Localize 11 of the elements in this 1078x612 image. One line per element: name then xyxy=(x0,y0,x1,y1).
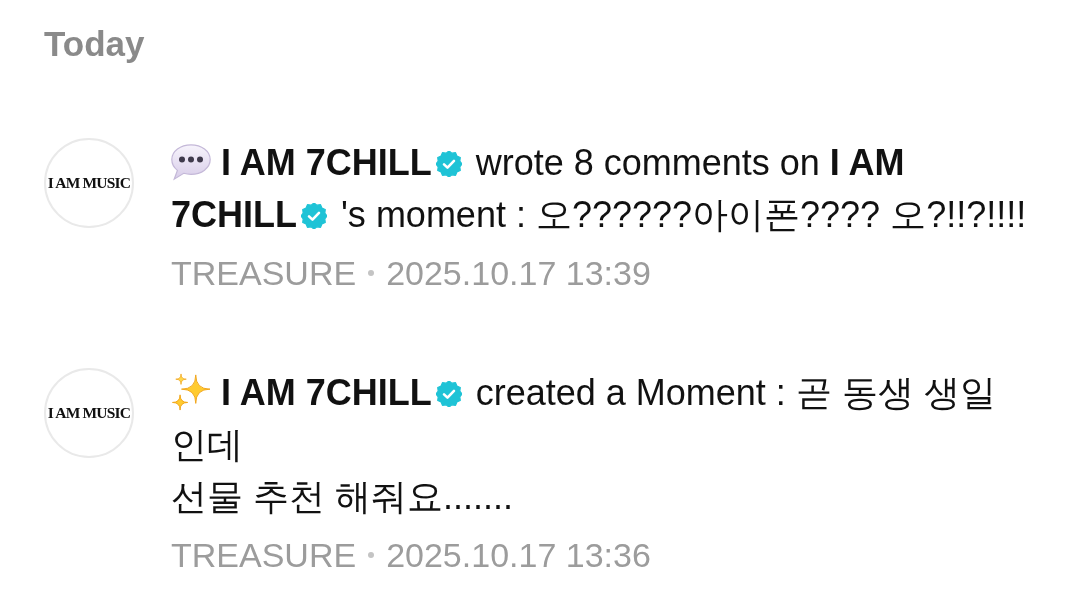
notification-text: I AM 7CHILL created a Moment : 곧 동생 생일인데 선물 추천 해줘요....... xyxy=(171,371,997,519)
source-name: TREASURE xyxy=(171,253,357,294)
sparkles-icon xyxy=(171,373,211,411)
timestamp: 2025.10.17 13:39 xyxy=(386,253,651,294)
section-title: Today xyxy=(44,24,145,64)
avatar-logo-text: I AM MUSIC xyxy=(47,174,131,192)
avatar-logo-text: I AM MUSIC xyxy=(47,404,131,422)
speech-bubble-icon xyxy=(171,143,211,181)
notification-text: I AM 7CHILL wrote 8 comments on I AM 7CHILL 's moment : 오??????아이폰???? 오?!!?!!!! xyxy=(171,141,1028,237)
timestamp: 2025.10.17 13:36 xyxy=(386,535,651,576)
source-name: TREASURE xyxy=(171,535,357,576)
